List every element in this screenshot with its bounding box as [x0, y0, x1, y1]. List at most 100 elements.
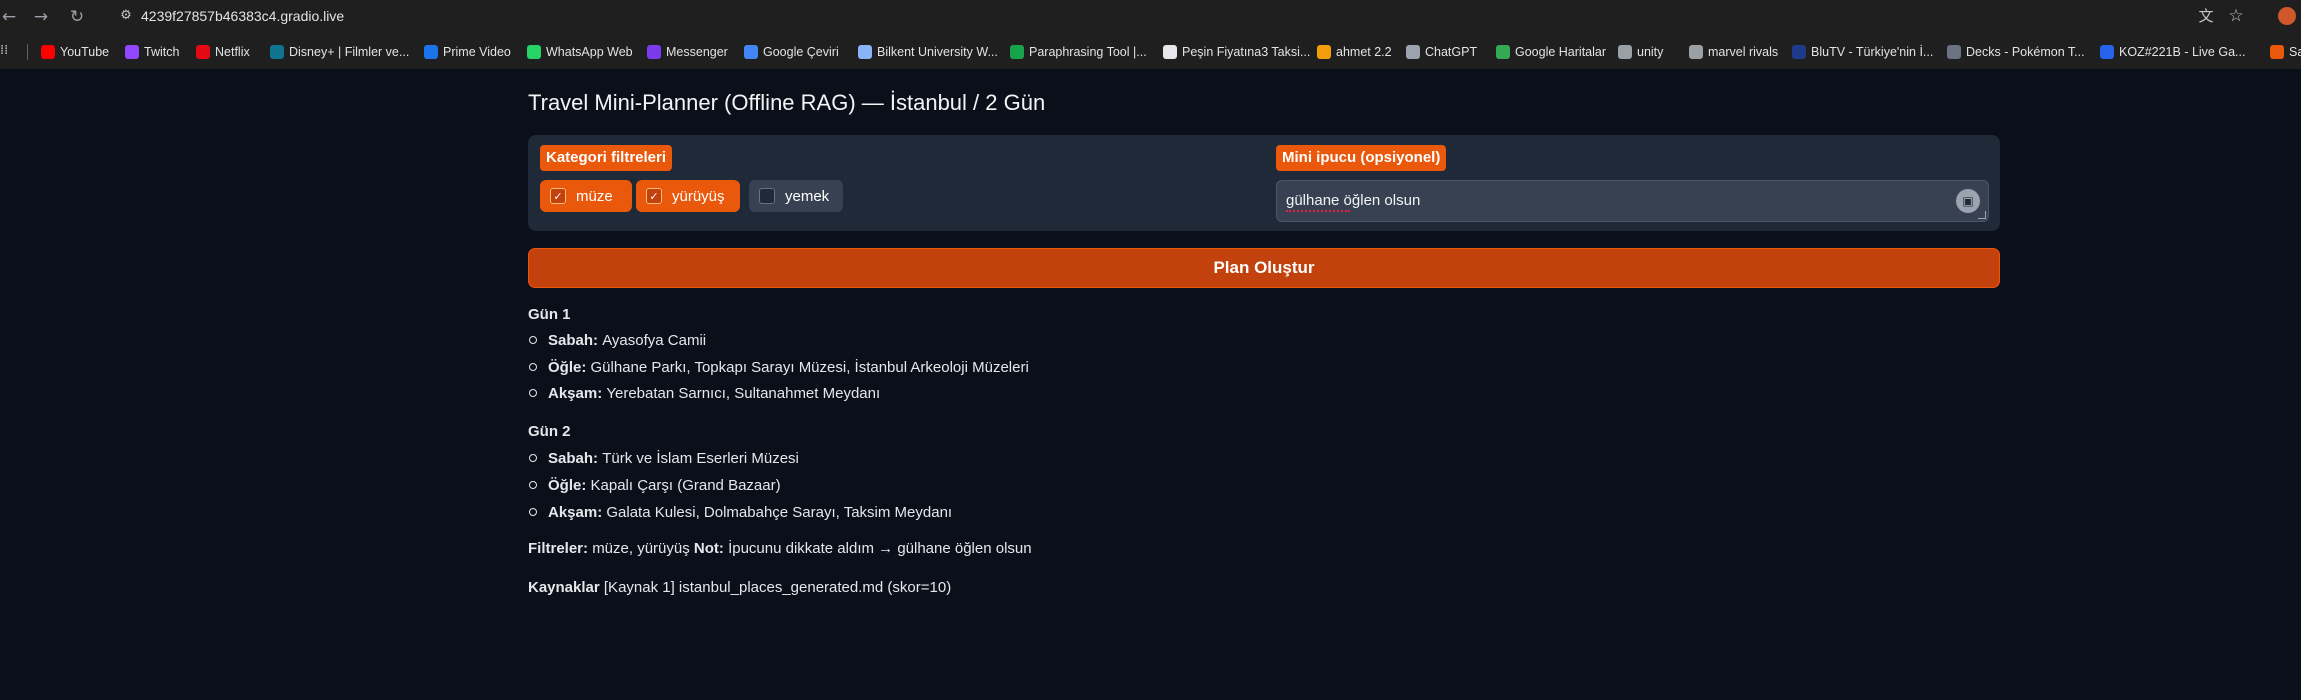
bookmarks-divider [27, 44, 28, 60]
bookmark-item[interactable]: KOZ#221B - Live Ga... [2100, 39, 2245, 65]
bookmark-item[interactable]: ChatGPT [1406, 39, 1477, 65]
site-info-icon[interactable]: ⚙ [116, 6, 136, 26]
url-text[interactable]: 4239f27857b46383c4.gradio.live [141, 8, 344, 24]
bookmark-item[interactable]: Disney+ | Filmler ve... [270, 39, 409, 65]
note-label: Not: [693, 540, 729, 557]
bookmark-item[interactable]: Decks - Pokémon T... [1947, 39, 2085, 65]
ahmet-icon [1317, 45, 1331, 59]
day-2-evening-item: Akşam: Galata Kulesi, Dolmabahçe Sarayı,… [529, 504, 952, 521]
google-maps-icon [1496, 45, 1510, 59]
plan-create-button[interactable]: Plan Oluştur [528, 248, 2000, 288]
bullet-icon [529, 508, 537, 516]
bilkent-icon [858, 45, 872, 59]
sources-label: Kaynaklar [528, 579, 604, 596]
day-2-title: Gün 2 [528, 423, 571, 440]
bookmark-item[interactable]: Peşin Fiyatına3 Taksi... [1163, 39, 1310, 65]
translate-icon[interactable]: 文 [2195, 5, 2217, 27]
checkbox-checked-icon[interactable]: ✓ [550, 188, 566, 204]
bullet-icon [529, 389, 537, 397]
bookmark-item[interactable]: Twitch [125, 39, 179, 65]
bookmark-item[interactable]: unity [1618, 39, 1663, 65]
filter-checkbox-0[interactable]: ✓ müze [540, 180, 632, 212]
day-1-morning-item: Sabah: Ayasofya Camii [529, 332, 707, 349]
netflix-icon [196, 45, 210, 59]
apps-grid-icon[interactable]: ⁞⁞ [0, 44, 14, 58]
twitch-icon [125, 45, 139, 59]
bookmark-item[interactable]: ahmet 2.2 [1317, 39, 1392, 65]
address-bar[interactable] [106, 4, 2266, 30]
item-label: Öğle: [548, 359, 591, 376]
bookmark-item[interactable]: Google Haritalar [1496, 39, 1606, 65]
item-label: Öğle: [548, 477, 591, 494]
item-text: Gülhane Parkı, Topkapı Sarayı Müzesi, İs… [590, 359, 1029, 376]
bookmark-label: Twitch [144, 45, 180, 59]
bookmark-item[interactable]: Bilkent University W... [858, 39, 998, 65]
paraphrasing-icon [1010, 45, 1024, 59]
bookmark-label: Peşin Fiyatına3 Taksi... [1182, 45, 1311, 59]
reload-icon[interactable]: ↻ [64, 4, 90, 30]
bookmark-item[interactable]: WhatsApp Web [527, 39, 633, 65]
robot-icon[interactable]: ▣ [1956, 189, 1980, 213]
disney-icon [270, 45, 284, 59]
bullet-icon [529, 481, 537, 489]
item-text: Türk ve İslam Eserleri Müzesi [602, 450, 799, 467]
item-label: Akşam: [548, 385, 607, 402]
bookmark-label: Paraphrasing Tool |... [1029, 45, 1147, 59]
bookmark-label: WhatsApp Web [546, 45, 633, 59]
bookmark-label: Messenger [666, 45, 728, 59]
bookmark-label: Bilkent University W... [877, 45, 998, 59]
bookmark-item[interactable]: Netflix [196, 39, 250, 65]
profile-avatar-icon[interactable] [2278, 7, 2296, 25]
forward-arrow-icon[interactable]: → [28, 4, 54, 30]
sayk-icon [2270, 45, 2284, 59]
filter-label: yürüyüş [672, 187, 725, 205]
item-text: Kapalı Çarşı (Grand Bazaar) [590, 477, 781, 494]
checkbox-unchecked-icon[interactable] [759, 188, 775, 204]
day-2-noon-item: Öğle: Kapalı Çarşı (Grand Bazaar) [529, 477, 781, 494]
bookmark-item[interactable]: Google Çeviri [744, 39, 839, 65]
bookmark-label: unity [1637, 45, 1664, 59]
day-1-evening-item: Akşam: Yerebatan Sarnıcı, Sultanahmet Me… [529, 385, 881, 402]
bookmark-item[interactable]: Paraphrasing Tool |... [1010, 39, 1147, 65]
bookmark-item[interactable]: Prime Video [424, 39, 511, 65]
back-arrow-icon[interactable]: ← [0, 4, 22, 30]
bookmark-label: Prime Video [443, 45, 511, 59]
hint-textarea[interactable]: gülhane öğlen olsun ▣ [1276, 180, 1989, 222]
bookmark-item[interactable]: YouTube [41, 39, 109, 65]
bookmark-item[interactable]: marvel rivals [1689, 39, 1778, 65]
bookmark-label: KOZ#221B - Live Ga... [2119, 45, 2246, 59]
bookmark-label: Google Çeviri [763, 45, 839, 59]
hint-label: Mini ipucu (opsiyonel) [1276, 145, 1447, 171]
item-text: Ayasofya Camii [602, 332, 707, 349]
bookmark-label: Netflix [215, 45, 250, 59]
bookmark-label: marvel rivals [1708, 45, 1779, 59]
filter-label: yemek [785, 187, 830, 205]
bookmark-label: ChatGPT [1425, 45, 1478, 59]
page-title: Travel Mini-Planner (Offline RAG) — İsta… [528, 90, 1046, 115]
bookmark-star-icon[interactable]: ☆ [2225, 5, 2247, 27]
filter-checkbox-2[interactable]: yemek [749, 180, 843, 212]
bookmark-item[interactable]: Sayk [2270, 39, 2301, 65]
bookmarks-bar: ⁞⁞ YouTube Twitch Netflix Disney+ | Filmler… [0, 39, 2301, 65]
bookmark-label: Sayk [2289, 45, 2301, 59]
folder-icon [1689, 45, 1703, 59]
sources-line: Kaynaklar [Kaynak 1] istanbul_places_gen… [528, 579, 951, 596]
checkbox-checked-icon[interactable]: ✓ [646, 188, 662, 204]
bookmark-label: YouTube [60, 45, 110, 59]
folder-icon [1618, 45, 1632, 59]
pokemon-icon [1947, 45, 1961, 59]
prime-video-icon [424, 45, 438, 59]
browser-chrome: ← → ↻ ⚙ 4239f27857b46383c4.gradio.live 文… [0, 0, 2301, 69]
item-label: Akşam: [548, 504, 607, 521]
filter-checkbox-1[interactable]: ✓ yürüyüş [636, 180, 740, 212]
bookmark-label: Google Haritalar [1515, 45, 1607, 59]
day-1-noon-item: Öğle: Gülhane Parkı, Topkapı Sarayı Müze… [529, 359, 1029, 376]
bookmark-label: Decks - Pokémon T... [1966, 45, 2085, 59]
resize-handle[interactable] [1978, 211, 1986, 219]
tag-icon [1163, 45, 1177, 59]
bookmark-item[interactable]: Messenger [647, 39, 728, 65]
hint-value[interactable]: gülhane öğlen olsun [1286, 192, 1420, 209]
item-text: Yerebatan Sarnıcı, Sultanahmet Meydanı [606, 385, 881, 402]
category-filters-label: Kategori filtreleri [540, 145, 673, 171]
bookmark-item[interactable]: BluTV - Türkiye'nin İ... [1792, 39, 1933, 65]
